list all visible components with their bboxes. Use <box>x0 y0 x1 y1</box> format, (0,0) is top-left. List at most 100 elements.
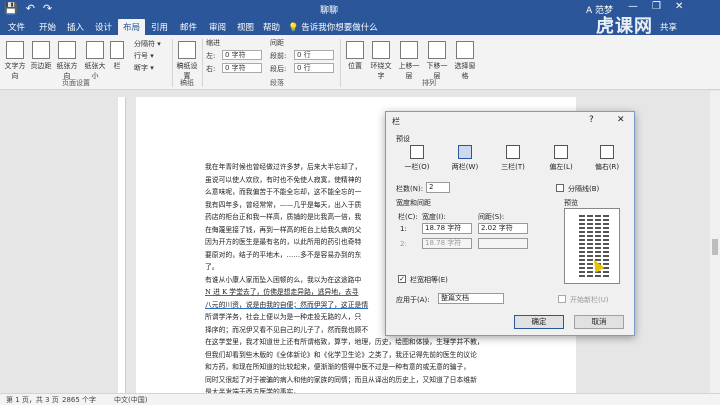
orientation-button[interactable]: 纸张方向 <box>54 41 80 81</box>
num-columns-label: 栏数(N): <box>396 185 424 193</box>
breaks-button[interactable]: 分隔符 ▾ <box>134 39 161 49</box>
status-bar: 第 1 页，共 3 页 2865 个字 中文(中国) <box>0 393 720 405</box>
scrollbar-thumb[interactable] <box>712 239 718 255</box>
right-column-icon <box>600 145 614 159</box>
selection-pane-icon <box>456 41 474 59</box>
apply-to-select[interactable]: 整篇文档 <box>438 293 504 304</box>
close-button[interactable]: ✕ <box>675 1 683 12</box>
line-between-checkbox[interactable] <box>556 184 564 192</box>
tab-review[interactable]: 审阅 <box>209 21 226 33</box>
tab-mailings[interactable]: 邮件 <box>180 21 197 33</box>
preset-one[interactable]: 一栏(O) <box>402 145 432 172</box>
apply-to-label: 应用于(A): <box>396 296 430 304</box>
margins-button[interactable]: 页边距 <box>28 41 54 71</box>
indent-left-input[interactable]: 0 字符 <box>222 50 262 60</box>
text-direction-button[interactable]: 文字方向 <box>2 41 28 81</box>
tab-layout[interactable]: 布局 <box>118 19 146 35</box>
col-header: 栏(C): <box>398 213 418 221</box>
spacing-after-input[interactable]: 0 行 <box>294 63 334 73</box>
spacing-header: 间距(S): <box>478 213 505 221</box>
minimize-button[interactable]: — <box>628 1 638 12</box>
tab-design[interactable]: 设计 <box>95 21 112 33</box>
tab-file[interactable]: 文件 <box>8 21 25 33</box>
margins-icon <box>32 41 50 59</box>
new-column-label: 开始新栏(U) <box>570 296 609 304</box>
dialog-title: 栏 <box>392 117 400 126</box>
equal-width-checkbox[interactable]: ✓ <box>398 275 406 283</box>
vertical-ruler <box>118 97 126 393</box>
doc-line: 在这学堂里，我才知道世上还有所谓格致，算学，地理，历史，绘图和体操，生理学并不教… <box>205 338 484 346</box>
tab-references[interactable]: 引用 <box>151 21 168 33</box>
language-indicator[interactable]: 中文(中国) <box>114 395 147 405</box>
size-button[interactable]: 纸张大小 <box>82 41 108 81</box>
ribbon-separator <box>172 39 173 87</box>
preset-two[interactable]: 两栏(W) <box>450 145 480 172</box>
paper-size-icon <box>86 41 104 59</box>
bring-forward-button[interactable]: 上移一层 <box>396 41 422 81</box>
send-backward-icon <box>428 41 446 59</box>
indent-right-label: 右: <box>206 65 216 73</box>
col-width-input[interactable]: 18.78 字符 <box>422 223 472 234</box>
undo-icon[interactable]: ↶ <box>26 2 35 16</box>
preview-column <box>603 215 609 279</box>
spacing-after-label: 段后: <box>270 65 287 73</box>
col-number: 2: <box>400 240 407 248</box>
preview-label: 预览 <box>564 199 578 207</box>
redo-icon[interactable]: ↷ <box>43 2 52 16</box>
word-count[interactable]: 2865 个字 <box>62 395 96 405</box>
wrap-text-icon <box>372 41 390 59</box>
orientation-icon <box>58 41 76 59</box>
preset-right[interactable]: 偏右(R) <box>592 145 622 172</box>
ribbon-separator <box>202 39 203 87</box>
wrap-text-button[interactable]: 环绕文字 <box>368 41 394 81</box>
page-setup-group-label: 页面设置 <box>62 79 90 87</box>
vertical-scrollbar[interactable] <box>710 91 720 393</box>
send-backward-button[interactable]: 下移一层 <box>424 41 450 81</box>
col-spacing-input[interactable]: 2.02 字符 <box>478 223 528 234</box>
restore-button[interactable]: ❐ <box>652 1 661 12</box>
quick-access-toolbar: 💾 ↶ ↷ <box>4 2 52 16</box>
col-width-input: 18.78 字符 <box>422 238 472 249</box>
spacing-header: 间距 <box>270 39 284 47</box>
selection-pane-button[interactable]: 选择窗格 <box>452 41 478 81</box>
dialog-close-button[interactable]: ✕ <box>617 115 625 125</box>
columns-button[interactable]: 栏 <box>108 41 126 71</box>
left-column-icon <box>554 145 568 159</box>
spacing-before-input[interactable]: 0 行 <box>294 50 334 60</box>
tab-help[interactable]: 帮助 <box>263 21 280 33</box>
line-numbers-button[interactable]: 行号 ▾ <box>134 51 154 61</box>
three-columns-icon <box>506 145 520 159</box>
tell-me-search[interactable]: 💡 告诉我你想要做什么 <box>288 21 378 33</box>
doc-line: 同时又很起了对于被骗的病人和他的家族的同情；而且从译出的历史上，又知道了日本维新 <box>205 375 477 384</box>
arrange-group-label: 排列 <box>422 79 436 87</box>
indent-header: 缩进 <box>206 39 220 47</box>
save-icon[interactable]: 💾 <box>4 2 18 16</box>
ok-button[interactable]: 确定 <box>514 315 564 329</box>
position-button[interactable]: 位置 <box>342 41 368 71</box>
page-count[interactable]: 第 1 页，共 3 页 <box>6 395 59 405</box>
line-between-label: 分隔线(B) <box>568 185 600 193</box>
num-columns-input[interactable]: 2 <box>426 182 450 193</box>
doc-line: 但我们却看到些木版的《全体新论》和《化学卫生论》之类了，我还记得先前的医生的议论 <box>205 350 477 359</box>
hyphenation-button[interactable]: 断字 ▾ <box>134 63 154 73</box>
window-controls: — ❐ ✕ <box>628 1 683 12</box>
width-header: 宽度(I): <box>422 213 446 221</box>
cancel-button[interactable]: 取消 <box>574 315 624 329</box>
tab-insert[interactable]: 插入 <box>67 21 84 33</box>
draft-paper-button[interactable]: 稿纸设置 <box>174 41 200 81</box>
preset-left[interactable]: 偏左(L) <box>546 145 576 172</box>
tab-home[interactable]: 开始 <box>39 21 56 33</box>
ribbon-layout: 文字方向 页边距 纸张方向 纸张大小 栏 分隔符 ▾ 行号 ▾ 断字 ▾ 页面设… <box>0 35 720 90</box>
one-column-icon <box>410 145 424 159</box>
help-button[interactable]: ? <box>589 115 594 125</box>
two-columns-icon <box>458 145 472 159</box>
indent-right-input[interactable]: 0 字符 <box>222 63 262 73</box>
preset-three[interactable]: 三栏(T) <box>498 145 528 172</box>
share-button[interactable]: 共享 <box>660 21 677 33</box>
tab-view[interactable]: 视图 <box>237 21 254 33</box>
position-icon <box>346 41 364 59</box>
equal-width-label: 栏宽相等(E) <box>410 276 448 284</box>
columns-preview <box>564 208 620 284</box>
new-column-checkbox <box>558 295 566 303</box>
columns-icon <box>110 41 124 59</box>
